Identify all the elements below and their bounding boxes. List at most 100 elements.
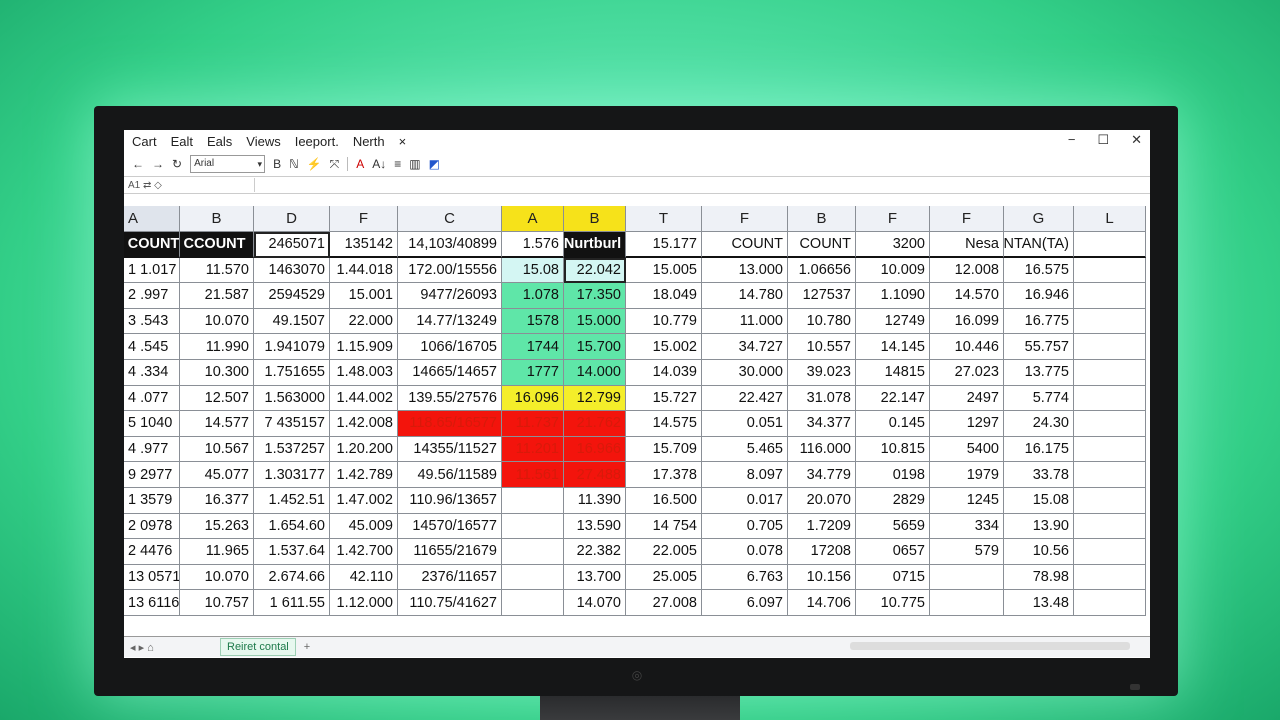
table-cell[interactable]: 42.110 — [330, 564, 398, 591]
menu-item[interactable]: Nerth — [353, 134, 385, 149]
table-cell[interactable]: 14815 — [856, 359, 930, 386]
horizontal-scrollbar[interactable] — [850, 642, 1130, 650]
table-cell[interactable]: 14.706 — [788, 590, 856, 616]
table-cell[interactable]: 22.382 — [564, 539, 626, 565]
table-cell[interactable]: 1777 — [502, 359, 564, 386]
table-cell[interactable]: 14355/11527 — [398, 436, 502, 463]
table-cell[interactable]: 1.42.008 — [330, 411, 398, 437]
table-cell[interactable]: 1.44.002 — [330, 385, 398, 412]
row-label-cell[interactable]: 4 .334 — [124, 359, 180, 386]
table-cell[interactable]: 16.946 — [1004, 283, 1074, 309]
table-cell[interactable]: 2594529 — [254, 283, 330, 309]
table-cell[interactable]: 15.709 — [626, 436, 702, 463]
table-cell[interactable] — [930, 564, 1004, 591]
table-cell[interactable]: 11.570 — [180, 257, 254, 284]
table-cell[interactable]: 22.005 — [626, 539, 702, 565]
table-cell[interactable] — [1074, 283, 1146, 309]
add-sheet-icon[interactable]: + — [304, 641, 310, 653]
table-cell[interactable]: 0.078 — [702, 539, 788, 565]
table-cell[interactable]: 24.30 — [1004, 411, 1074, 437]
table-cell[interactable]: 1.452.51 — [254, 487, 330, 514]
table-cell[interactable]: 22.427 — [702, 385, 788, 412]
table-cell[interactable]: COUNT — [788, 232, 856, 258]
row-label-cell[interactable]: 2 .997 — [124, 283, 180, 309]
table-cell[interactable]: COUNT — [702, 232, 788, 258]
table-cell[interactable]: 1744 — [502, 334, 564, 360]
table-cell[interactable]: 27.008 — [626, 590, 702, 616]
table-cell[interactable]: 1979 — [930, 462, 1004, 488]
table-cell[interactable]: 12.799 — [564, 385, 626, 412]
table-cell[interactable]: 135142 — [330, 232, 398, 258]
table-cell[interactable]: 11.390 — [564, 487, 626, 514]
table-cell[interactable]: 13.700 — [564, 564, 626, 591]
table-cell[interactable]: 10.557 — [788, 334, 856, 360]
table-cell[interactable]: 10.780 — [788, 308, 856, 335]
table-cell[interactable]: 7 435157 — [254, 411, 330, 437]
back-arrow-icon[interactable]: ← — [132, 157, 144, 171]
table-cell[interactable]: CCOUNT — [180, 232, 254, 258]
table-cell[interactable]: 1297 — [930, 411, 1004, 437]
table-cell[interactable]: 11.737 — [502, 411, 564, 437]
table-cell[interactable]: 2465071 — [254, 232, 330, 258]
table-cell[interactable]: 13.590 — [564, 513, 626, 540]
table-cell[interactable] — [1074, 385, 1146, 412]
table-cell[interactable]: 1.20.200 — [330, 436, 398, 463]
row-label-cell[interactable]: COUNT — [124, 232, 180, 258]
column-header[interactable]: D — [254, 206, 330, 232]
menu-item[interactable]: Ieeport. — [295, 134, 339, 149]
column-header[interactable]: F — [330, 206, 398, 232]
flash-fill-icon[interactable]: ⚡ — [307, 157, 322, 171]
table-icon[interactable]: ▥ — [409, 157, 420, 171]
table-cell[interactable]: 10.446 — [930, 334, 1004, 360]
table-cell[interactable]: 45.077 — [180, 462, 254, 488]
table-cell[interactable]: 116.000 — [788, 436, 856, 463]
table-cell[interactable]: 1.47.002 — [330, 487, 398, 514]
column-header[interactable]: L — [1074, 206, 1146, 232]
table-cell[interactable]: 0657 — [856, 539, 930, 565]
table-cell[interactable]: 1.44.018 — [330, 257, 398, 284]
table-cell[interactable] — [1074, 539, 1146, 565]
menu-item[interactable]: Eals — [207, 134, 232, 149]
row-label-cell[interactable]: 13 0571 — [124, 564, 180, 591]
table-cell[interactable]: 14.570 — [930, 283, 1004, 309]
table-cell[interactable]: 5.774 — [1004, 385, 1074, 412]
row-label-cell[interactable]: 4 .977 — [124, 436, 180, 463]
table-cell[interactable]: 16.099 — [930, 308, 1004, 335]
table-cell[interactable]: 1.1090 — [856, 283, 930, 309]
row-label-cell[interactable]: 5 1040 — [124, 411, 180, 437]
row-label-cell[interactable]: 3 .543 — [124, 308, 180, 335]
table-cell[interactable]: 14.575 — [626, 411, 702, 437]
table-cell[interactable]: 10.070 — [180, 564, 254, 591]
column-header[interactable]: C — [398, 206, 502, 232]
table-cell[interactable]: 10.567 — [180, 436, 254, 463]
row-label-cell[interactable]: 2 4476 — [124, 539, 180, 565]
table-cell[interactable]: 10.775 — [856, 590, 930, 616]
table-cell[interactable]: 1 611.55 — [254, 590, 330, 616]
table-cell[interactable]: 14570/16577 — [398, 513, 502, 540]
table-cell[interactable]: 1.078 — [502, 283, 564, 309]
table-cell[interactable]: 25.005 — [626, 564, 702, 591]
table-cell[interactable]: 21.762 — [564, 411, 626, 437]
column-header[interactable]: A — [124, 206, 180, 232]
table-cell[interactable]: 1.15.909 — [330, 334, 398, 360]
menu-item[interactable]: Views — [246, 134, 280, 149]
table-cell[interactable]: 10.156 — [788, 564, 856, 591]
table-cell[interactable]: 139.55/27576 — [398, 385, 502, 412]
table-cell[interactable]: 15.001 — [330, 283, 398, 309]
table-cell[interactable]: 22.000 — [330, 308, 398, 335]
table-cell[interactable]: 10.300 — [180, 359, 254, 386]
table-cell[interactable]: 14.039 — [626, 359, 702, 386]
table-cell[interactable]: 127537 — [788, 283, 856, 309]
table-cell[interactable]: 11.000 — [702, 308, 788, 335]
table-cell[interactable]: 21.587 — [180, 283, 254, 309]
table-cell[interactable] — [1074, 436, 1146, 463]
column-header[interactable]: F — [702, 206, 788, 232]
table-cell[interactable]: 10.070 — [180, 308, 254, 335]
column-header[interactable]: F — [930, 206, 1004, 232]
table-cell[interactable]: 1.48.003 — [330, 359, 398, 386]
table-cell[interactable]: 30.000 — [702, 359, 788, 386]
table-cell[interactable] — [502, 487, 564, 514]
table-cell[interactable] — [502, 590, 564, 616]
table-cell[interactable]: 14,103/40899 — [398, 232, 502, 258]
table-cell[interactable]: 27.023 — [930, 359, 1004, 386]
